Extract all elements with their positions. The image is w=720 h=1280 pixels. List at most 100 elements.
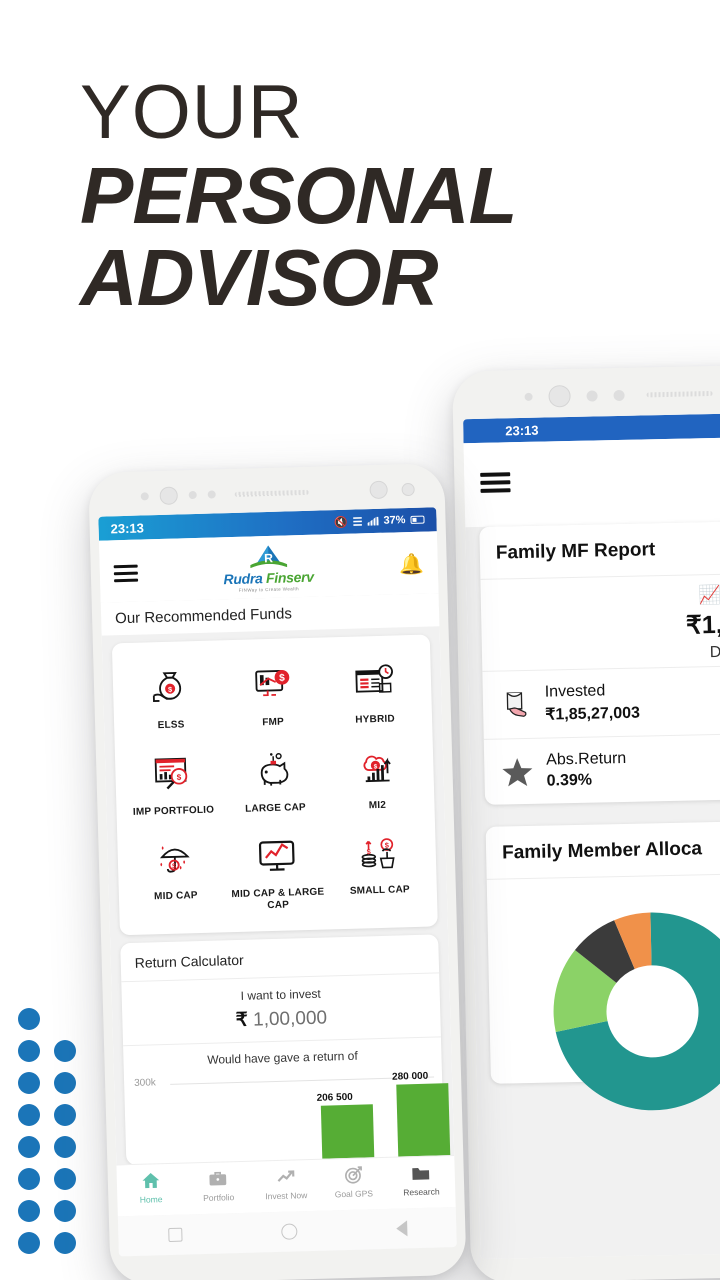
money-bag-hand-icon: $ [120, 662, 219, 713]
fund-grid: $ ELSS $ FMP HYBRID $ IMP PORTFOLIO LARGE CAP $ M… [112, 634, 438, 935]
sensor-dot-icon [207, 490, 216, 499]
abs-return-value: 0.39% [546, 771, 593, 790]
decorative-dot [18, 1232, 40, 1254]
svg-text:$: $ [367, 847, 371, 856]
decorative-dot [18, 1072, 40, 1094]
hamburger-icon[interactable] [480, 468, 511, 497]
fund-cell-hybrid[interactable]: HYBRID [322, 649, 426, 731]
briefcase-icon [184, 1167, 252, 1191]
bottom-nav-label: Invest Now [265, 1190, 308, 1202]
svg-text:$: $ [279, 673, 285, 684]
svg-text:$: $ [177, 772, 182, 781]
decorative-dot [54, 1072, 76, 1094]
headline-line-3: ADVISOR [80, 232, 439, 322]
decorative-dot [54, 1136, 76, 1158]
plant-coins-icon: $ $ [329, 828, 428, 879]
phone-screen-left: 23:13 🔇 ☰ 37% R Rudra Finserv FINWay to … [98, 507, 457, 1257]
family-member-allocation-card: Family Member Alloca [485, 820, 720, 1111]
invest-amount-value: 1,00,000 [252, 1007, 328, 1031]
abs-return-row: Abs.Return 0.39% [483, 732, 720, 805]
headline-line-1: YOUR [80, 70, 304, 155]
earpiece-speaker [234, 489, 309, 497]
trend-up-icon [252, 1165, 320, 1189]
day-change-label: Day Cha [709, 643, 720, 662]
svg-text:$: $ [172, 861, 176, 870]
phone-bezel-top-right [452, 365, 720, 420]
chart-clock-icon [324, 657, 423, 708]
current-value-amount: ₹1,85,9 [685, 609, 720, 640]
android-system-nav [117, 1206, 457, 1257]
bottom-nav-item-home[interactable]: Home [116, 1164, 185, 1217]
family-mf-report-title: Family MF Report [479, 520, 720, 580]
fund-cell-elss[interactable]: $ ELSS [118, 654, 222, 736]
bottom-nav-label: Portfolio [203, 1192, 235, 1204]
bar-value-label: 280 000 [391, 1070, 429, 1083]
decorative-dot [54, 1200, 76, 1222]
phone-mockup-left: 23:13 🔇 ☰ 37% R Rudra Finserv FINWay to … [88, 463, 467, 1280]
fund-cell-large-cap[interactable]: LARGE CAP [223, 737, 327, 819]
monitor-line-chart-icon [227, 830, 326, 881]
bar-value-label: 206 500 [316, 1091, 353, 1104]
back-triangle-icon[interactable] [395, 1220, 408, 1237]
sensor-dot-icon [586, 389, 598, 402]
logo-text-primary: Rudra [223, 570, 263, 588]
bottom-nav-item-goal-gps[interactable]: Goal GPS [319, 1158, 388, 1211]
bottom-nav-label: Home [139, 1194, 163, 1205]
camera-cluster-left [140, 483, 309, 506]
return-calculator-card: Return Calculator I want to invest ₹ 1,0… [120, 934, 451, 1166]
family-mf-report-card: Family MF Report 📈 Curre ₹1,85,9 Day Cha [479, 520, 720, 805]
home-icon [117, 1169, 185, 1193]
trend-up-icon: 📈 [698, 584, 720, 606]
app-logo-left: R Rudra Finserv FINWay to Create Wealth [137, 542, 399, 595]
fund-cell-mid-cap-large-cap[interactable]: MID CAP & LARGE CAP [225, 822, 330, 916]
cloud-growth-icon: $ [327, 742, 426, 793]
folder-icon [387, 1161, 455, 1185]
fund-cell-imp-portfolio[interactable]: $ IMP PORTFOLIO [121, 740, 225, 822]
abs-return-label: Abs.Return [546, 749, 627, 769]
earpiece-speaker [646, 390, 713, 397]
front-camera-icon [548, 384, 571, 408]
battery-icon [410, 515, 425, 524]
fund-label: MID CAP [153, 890, 198, 903]
piggy-bank-icon [225, 745, 324, 796]
chart-bar [396, 1083, 451, 1158]
bottom-nav-item-portfolio[interactable]: Portfolio [184, 1162, 253, 1215]
headline-line-2: PERSONAL [80, 150, 518, 240]
status-time: 23:13 [505, 422, 539, 438]
fund-cell-small-cap[interactable]: $ $ SMALL CAP [327, 820, 432, 914]
bottom-nav-item-invest-now[interactable]: Invest Now [252, 1160, 321, 1213]
battery-percent: 37% [383, 514, 406, 527]
circle-icon[interactable] [280, 1223, 298, 1240]
hamburger-icon[interactable] [113, 560, 139, 586]
fund-cell-fmp[interactable]: $ FMP [220, 652, 324, 734]
decorative-dot [18, 1104, 40, 1126]
document-magnifier-icon: $ [123, 748, 222, 799]
sensor-dot-icon [613, 389, 625, 401]
app-header-left: R Rudra Finserv FINWay to Create Wealth … [98, 531, 439, 603]
sensor-dot-icon [188, 490, 197, 500]
current-value-header: 📈 Curre [481, 584, 720, 611]
logo-text-secondary: Finserv [265, 568, 314, 587]
bell-icon[interactable]: 🔔 [399, 554, 425, 577]
mute-icon: 🔇 [333, 516, 348, 529]
fund-label: IMP PORTFOLIO [132, 804, 215, 818]
invested-row: Invested ₹1,85,27,003 [482, 664, 720, 739]
family-member-allocation-title: Family Member Alloca [485, 820, 720, 880]
app-content-right: Family MF Report 📈 Curre ₹1,85,9 Day Cha [465, 520, 720, 1260]
headline-block: YOUR PERSONAL ADVISOR [80, 70, 600, 322]
sensor-dot-icon [524, 392, 533, 401]
invested-label: Invested [544, 682, 606, 701]
fund-cell-mi2[interactable]: $ MI2 [325, 734, 429, 816]
square-icon[interactable] [167, 1227, 183, 1243]
decorative-dot [54, 1168, 76, 1190]
fund-label: MI2 [368, 799, 387, 811]
umbrella-rain-icon: $ [125, 833, 224, 884]
fund-label: HYBRID [355, 713, 395, 726]
target-icon [319, 1163, 387, 1187]
fund-cell-mid-cap[interactable]: $ MID CAP [123, 825, 228, 919]
bottom-nav-item-research[interactable]: Research [387, 1156, 456, 1209]
decorative-dot [54, 1232, 76, 1254]
decorative-dot [18, 1168, 40, 1190]
fund-label: FMP [262, 716, 285, 729]
star-icon [500, 754, 535, 789]
